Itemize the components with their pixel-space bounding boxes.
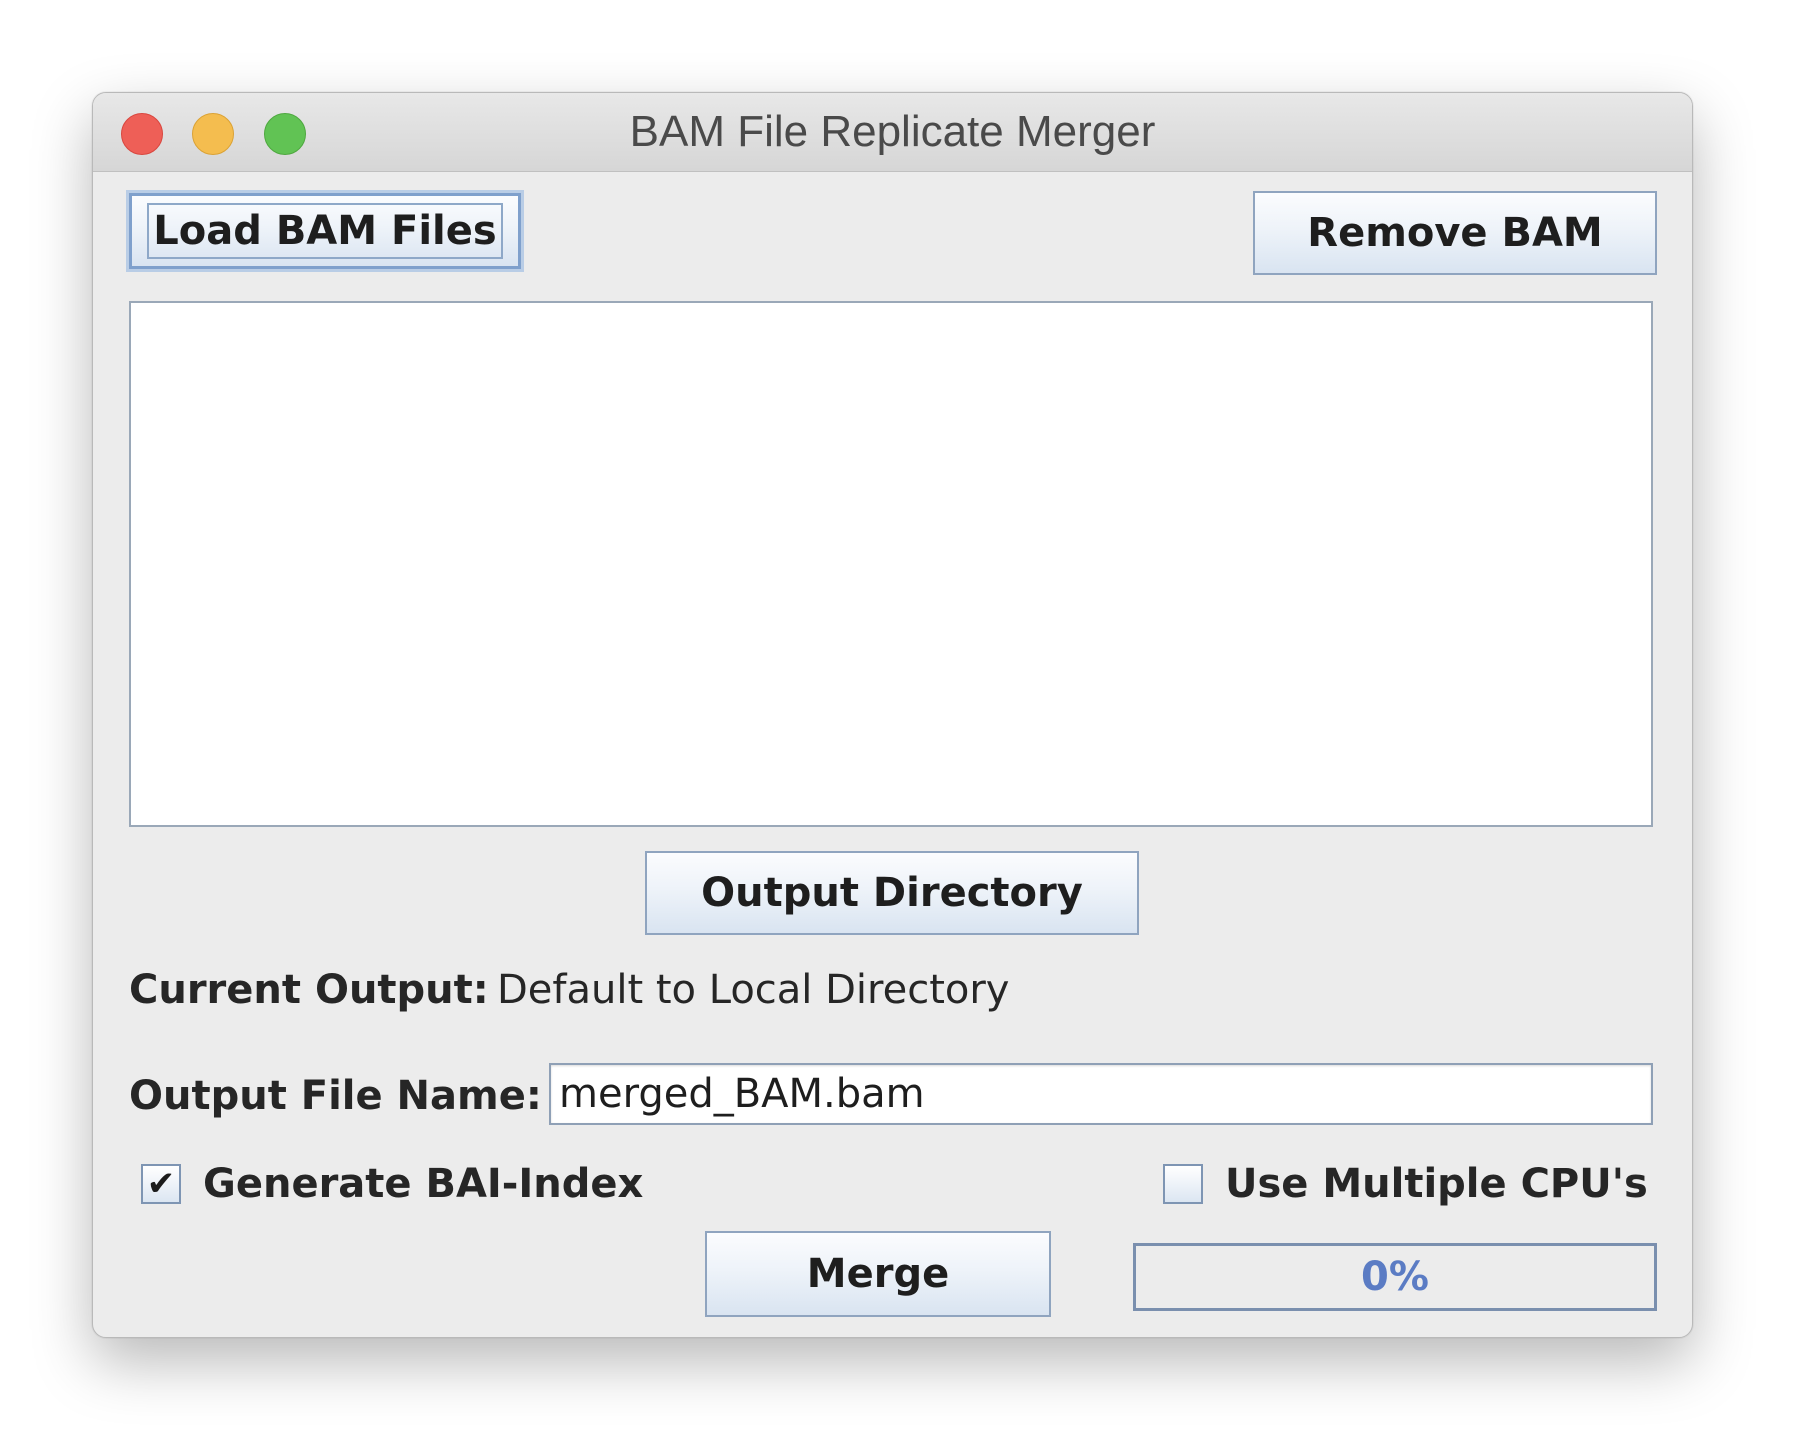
bam-file-list[interactable] <box>129 301 1653 827</box>
load-bam-files-button[interactable]: Load BAM Files <box>129 193 521 269</box>
app-window: BAM File Replicate Merger Load BAM Files… <box>92 92 1693 1338</box>
generate-bai-checkbox[interactable]: ✔ <box>141 1164 181 1204</box>
remove-bam-button[interactable]: Remove BAM <box>1253 191 1657 275</box>
title-bar[interactable]: BAM File Replicate Merger <box>93 93 1692 172</box>
checkmark-icon: ✔ <box>146 1164 176 1204</box>
output-file-name-label: Output File Name: <box>129 1073 542 1119</box>
merge-button[interactable]: Merge <box>705 1231 1051 1317</box>
use-multiple-cpus-label: Use Multiple CPU's <box>1225 1161 1648 1207</box>
load-bam-files-label: Load BAM Files <box>147 203 503 259</box>
output-directory-button[interactable]: Output Directory <box>645 851 1139 935</box>
current-output-label: Current Output: <box>129 967 489 1013</box>
output-file-name-input[interactable] <box>549 1063 1653 1125</box>
merge-label: Merge <box>806 1251 950 1297</box>
progress-text: 0% <box>1361 1254 1429 1300</box>
merge-progress-bar: 0% <box>1133 1243 1657 1311</box>
use-multiple-cpus-checkbox[interactable] <box>1163 1164 1203 1204</box>
remove-bam-label: Remove BAM <box>1307 210 1603 256</box>
window-title: BAM File Replicate Merger <box>629 107 1156 156</box>
current-output-value: Default to Local Directory <box>497 967 1010 1013</box>
generate-bai-label: Generate BAI-Index <box>203 1161 644 1207</box>
output-directory-label: Output Directory <box>701 870 1083 916</box>
